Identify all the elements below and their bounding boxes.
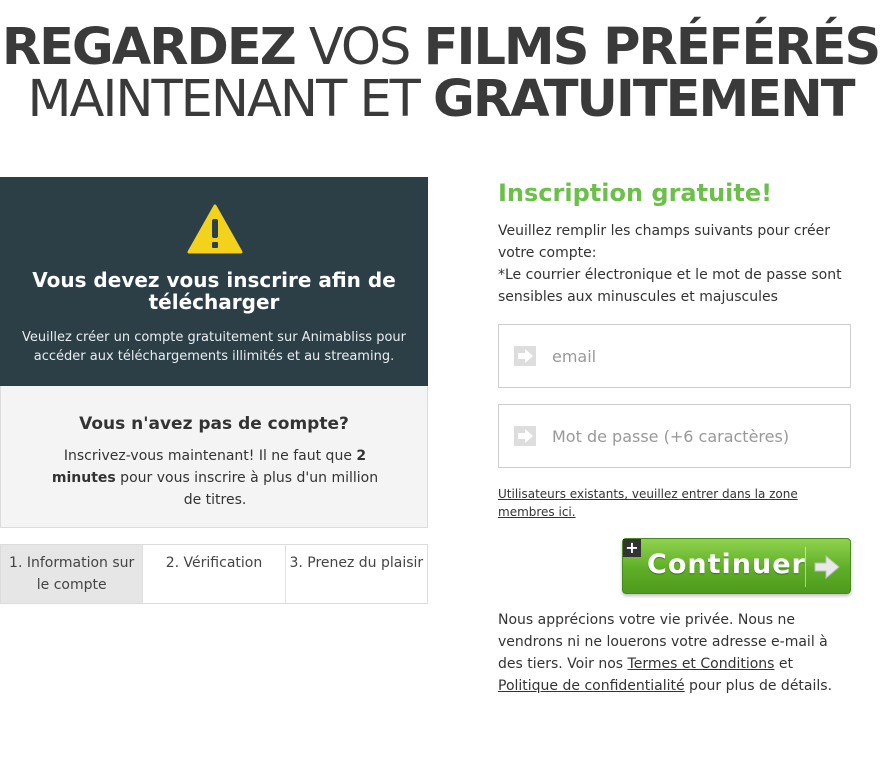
headline-bold-1: REGARDEZ xyxy=(1,18,297,77)
terms-link[interactable]: Termes et Conditions xyxy=(628,656,775,672)
form-title: Inscription gratuite! xyxy=(498,179,773,207)
password-input[interactable] xyxy=(552,421,837,451)
privacy-notice: Nous apprécions votre vie privée. Nous n… xyxy=(498,609,850,697)
arrow-right-icon xyxy=(514,346,536,366)
email-input[interactable] xyxy=(552,341,837,371)
button-divider xyxy=(805,547,806,587)
signup-steps: 1. Information sur le compte 2. Vérifica… xyxy=(0,544,428,604)
step-enjoy: 3. Prenez du plaisir xyxy=(284,545,427,603)
privacy-text-end: pour plus de détails. xyxy=(684,678,833,694)
headline-normal-2: MAINTENANT ET xyxy=(27,70,434,129)
continue-button[interactable]: + Continuer xyxy=(622,538,851,594)
arrow-right-icon xyxy=(514,426,536,446)
no-account-title: Vous n'avez pas de compte? xyxy=(79,414,349,434)
form-intro-line-2: *Le courrier électronique et le mot de p… xyxy=(498,267,842,305)
alert-title: Vous devez vous inscrire afin de télécha… xyxy=(32,268,396,314)
continue-button-label: Continuer xyxy=(647,549,806,580)
plus-icon: + xyxy=(623,539,641,557)
no-account-text-end: pour vous inscrire à plus d'un million d… xyxy=(115,470,379,508)
alert-text: Veuillez créer un compte gratuitement su… xyxy=(22,330,406,364)
registration-alert-panel: Vous devez vous inscrire afin de télécha… xyxy=(0,177,428,386)
headline: REGARDEZ VOS FILMS PRÉFÉRÉS MAINTENANT E… xyxy=(0,22,881,126)
headline-line-2: MAINTENANT ET GRATUITEMENT xyxy=(0,74,881,126)
no-account-text: Inscrivez-vous maintenant! Il ne faut qu… xyxy=(41,445,389,511)
headline-bold-3: GRATUITEMENT xyxy=(433,70,856,129)
step-account-info: 1. Information sur le compte xyxy=(1,545,143,603)
warning-icon xyxy=(187,204,243,254)
password-field[interactable] xyxy=(498,404,851,468)
form-intro: Veuillez remplir les champs suivants pou… xyxy=(498,220,848,308)
privacy-policy-link[interactable]: Politique de confidentialité xyxy=(498,678,685,694)
privacy-text-middle: et xyxy=(774,656,794,672)
no-account-box: Vous n'avez pas de compte? Inscrivez-vou… xyxy=(0,386,428,528)
step-verification: 2. Vérification xyxy=(142,545,285,603)
form-intro-line-1: Veuillez remplir les champs suivants pou… xyxy=(498,223,830,261)
email-field[interactable] xyxy=(498,324,851,388)
headline-bold-2: FILMS PRÉFÉRÉS xyxy=(423,18,881,77)
headline-normal-1: VOS xyxy=(294,18,424,77)
existing-users-link[interactable]: Utilisateurs existants, veuillez entrer … xyxy=(498,485,818,521)
headline-line-1: REGARDEZ VOS FILMS PRÉFÉRÉS xyxy=(0,22,881,74)
arrow-right-icon xyxy=(814,554,840,580)
no-account-text-start: Inscrivez-vous maintenant! Il ne faut qu… xyxy=(63,448,357,464)
